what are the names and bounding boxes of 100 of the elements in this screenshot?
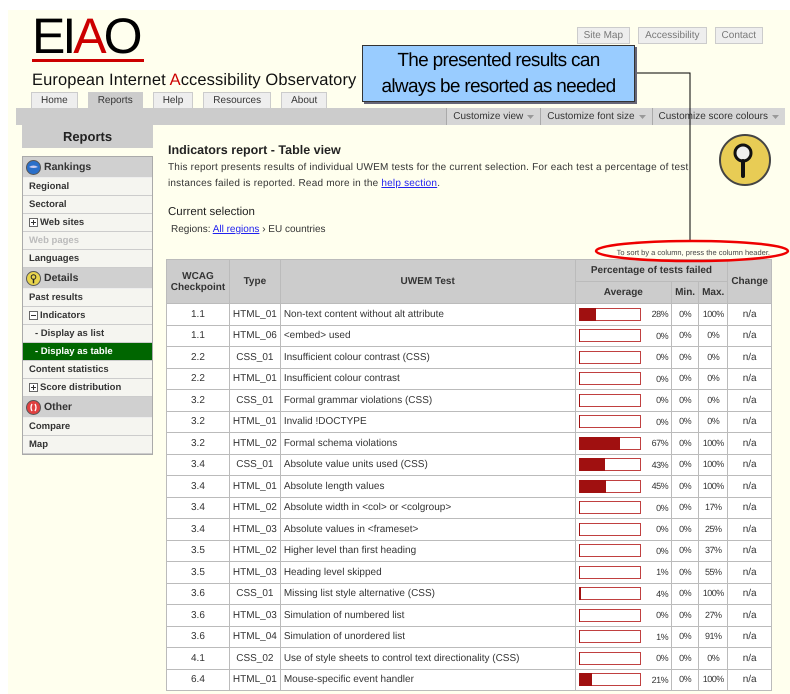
table-cell: 37%: [698, 540, 728, 562]
table-cell: n/a: [728, 497, 772, 518]
average-value: 0%: [656, 352, 668, 362]
table-cell: 0%: [672, 454, 699, 476]
sidebar-item[interactable]: - Display as table: [23, 343, 152, 361]
table-cell: 100%: [698, 583, 728, 604]
table-cell: 3.6: [166, 604, 230, 626]
table-cell: 100%: [698, 669, 728, 690]
average-value: 0%: [656, 330, 668, 341]
sidebar-item[interactable]: Compare: [23, 418, 152, 436]
table-cell: Simulation of numbered list: [280, 604, 576, 626]
table-cell: 0%: [672, 325, 699, 346]
average-value: 4%: [656, 588, 668, 599]
column-group-header: Percentage of tests failed: [575, 260, 728, 282]
column-header[interactable]: WCAG Checkpoint: [166, 260, 230, 304]
table-cell: n/a: [728, 325, 772, 346]
average-value: 1%: [656, 632, 668, 642]
table-cell: 6.4: [166, 669, 230, 690]
sidebar-item[interactable]: Sectoral: [23, 196, 152, 214]
table-cell: HTML_03: [229, 562, 280, 583]
table-cell: Higher level than first heading: [280, 540, 576, 562]
table-cell: 3.2: [166, 432, 230, 454]
table-cell: 3.5: [166, 562, 230, 583]
table-cell: 0%: [698, 368, 728, 390]
sidebar-item[interactable]: Indicators: [23, 307, 152, 325]
group-title: Details: [44, 272, 78, 284]
table-cell: 2.2: [166, 346, 230, 368]
column-header[interactable]: Max.: [698, 282, 728, 304]
expand-icon[interactable]: [29, 383, 38, 392]
table-cell: Use of style sheets to control text directionality (CSS): [280, 648, 576, 669]
table-cell: 0%: [672, 346, 699, 368]
table-cell: n/a: [728, 648, 772, 669]
average-value: 0%: [656, 653, 668, 664]
column-header[interactable]: UWEM Test: [280, 260, 576, 304]
table-cell: 0%: [672, 390, 699, 411]
table-cell: CSS_01: [229, 346, 280, 368]
column-header[interactable]: Average: [575, 282, 672, 304]
sidebar-item[interactable]: - Display as list: [23, 325, 152, 343]
table-cell: 0%: [672, 518, 699, 540]
nav-tab[interactable]: About: [281, 92, 328, 108]
table-cell: n/a: [728, 583, 772, 604]
average-value: 67%: [652, 438, 668, 448]
collapse-icon[interactable]: [29, 311, 38, 320]
magnifier-icon: [26, 270, 41, 286]
table-cell: n/a: [728, 540, 772, 562]
table-cell: HTML_01: [229, 411, 280, 432]
table-cell: 27%: [698, 604, 728, 626]
table-cell: 3.5: [166, 540, 230, 562]
table-cell: 100%: [698, 454, 728, 476]
table-cell: HTML_01: [229, 669, 280, 690]
table-cell: CSS_01: [229, 390, 280, 411]
average-value: 0%: [656, 395, 668, 406]
table-cell: CSS_01: [229, 583, 280, 604]
table-cell: n/a: [728, 626, 772, 648]
table-cell: n/a: [728, 411, 772, 432]
breadcrumb-link[interactable]: All regions: [212, 224, 260, 235]
caret-icon: [638, 114, 646, 118]
caret-icon: [772, 114, 779, 118]
table-cell: 3.6: [166, 626, 230, 648]
table-cell: n/a: [728, 604, 772, 626]
table-cell: Formal schema violations: [280, 432, 576, 454]
table-cell: 55%: [698, 562, 728, 583]
table-cell: Non-text content without alt attribute: [280, 304, 576, 325]
table-cell: n/a: [728, 346, 772, 368]
column-header[interactable]: Change: [728, 260, 772, 304]
nav-tab[interactable]: Help: [152, 92, 194, 108]
average-value: 21%: [652, 674, 668, 685]
menu-button[interactable]: Customize view: [446, 108, 540, 125]
sidebar-item[interactable]: Score distribution: [23, 379, 152, 397]
table-cell: 0%: [672, 669, 699, 690]
table-cell: n/a: [728, 432, 772, 454]
sidebar-item[interactable]: Map: [23, 436, 152, 454]
table-cell: Absolute width in <col> or <colgroup>: [280, 497, 576, 518]
nav-tab[interactable]: Home: [31, 92, 78, 108]
sidebar-item[interactable]: Regional: [23, 178, 152, 196]
table-cell: 3.2: [166, 411, 230, 432]
sidebar-item[interactable]: Web sites: [23, 214, 152, 232]
table-cell: 3.4: [166, 454, 230, 476]
nav-tab[interactable]: Resources: [203, 92, 272, 108]
nav-tab[interactable]: Reports: [88, 92, 143, 108]
menu-button[interactable]: Customize font size: [540, 108, 652, 125]
site-title: European Internet Accessibility Observatory: [32, 71, 356, 90]
table-cell: n/a: [728, 518, 772, 540]
table-cell: HTML_04: [229, 626, 280, 648]
help-link[interactable]: help section: [381, 178, 438, 189]
table-cell: 0%: [672, 497, 699, 518]
section-heading: Current selection: [168, 206, 256, 218]
sidebar-item[interactable]: Languages: [23, 250, 152, 268]
sidebar-item[interactable]: Content statistics: [23, 361, 152, 379]
table-cell: n/a: [728, 390, 772, 411]
column-header[interactable]: Type: [229, 260, 280, 304]
sidebar-item[interactable]: Past results: [23, 289, 152, 307]
table-cell: HTML_02: [229, 497, 280, 518]
expand-icon[interactable]: [29, 218, 38, 227]
top-link[interactable]: Accessibility: [638, 27, 707, 44]
column-header[interactable]: Min.: [672, 282, 699, 304]
table-cell: 0%: [672, 368, 699, 390]
table-cell: 0%: [698, 648, 728, 669]
top-link[interactable]: Site Map: [576, 27, 630, 44]
top-link[interactable]: Contact: [714, 27, 763, 44]
